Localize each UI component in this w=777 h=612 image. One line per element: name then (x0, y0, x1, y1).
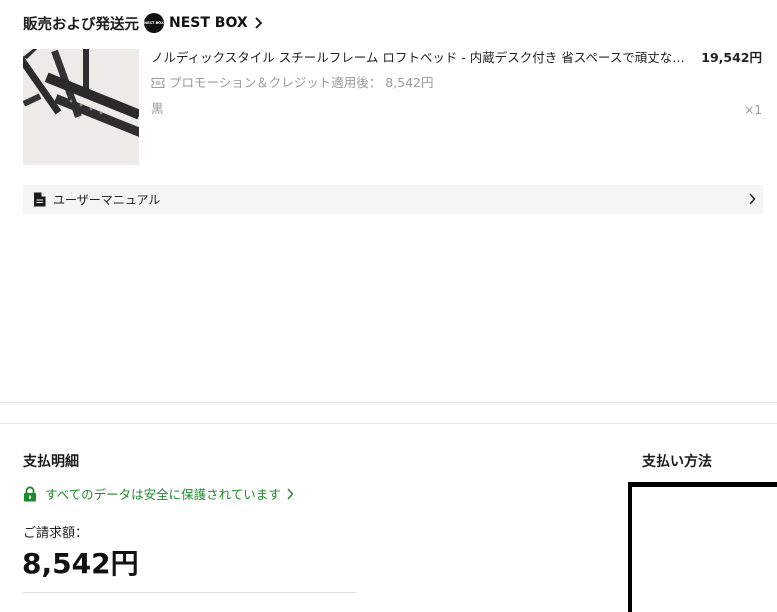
promo-row: プロモーション＆クレジット適用後： 8,542円 (151, 74, 434, 92)
loft-bed-image (23, 49, 139, 165)
product-price: 19,542円 (701, 50, 762, 65)
brand-logo-text: NEST BOX (144, 21, 164, 25)
document-icon (34, 192, 46, 207)
security-info-text: すべてのデータは安全に保護されています (45, 487, 281, 502)
payment-method-panel[interactable] (628, 482, 777, 612)
security-info-link[interactable]: すべてのデータは安全に保護されています (23, 484, 294, 503)
product-variant: 黒 (151, 101, 164, 116)
lock-icon (24, 485, 36, 501)
product-image[interactable] (23, 49, 139, 165)
seller-label: 販売および発送元 (23, 16, 139, 33)
billing-amount: 8,542円 (22, 547, 139, 580)
product-quantity: ×1 (744, 103, 762, 117)
section-divider (0, 423, 777, 424)
chevron-right-icon (749, 193, 756, 205)
chevron-right-icon (255, 17, 262, 29)
billing-amount-label: ご請求額： (23, 526, 89, 541)
brand-logo: NEST BOX (144, 13, 164, 33)
brand-name-link[interactable]: NEST BOX (169, 15, 248, 31)
promo-text: プロモーション＆クレジット適用後： 8,542円 (169, 75, 434, 90)
billing-divider (23, 592, 356, 593)
seller-row[interactable]: 販売および発送元 NEST BOX NEST BOX (23, 13, 264, 33)
user-manual-label: ユーザーマニュアル (53, 193, 161, 207)
payment-details-title: 支払明細 (23, 454, 79, 470)
coupon-icon (151, 78, 165, 88)
user-manual-row[interactable]: ユーザーマニュアル (23, 185, 763, 214)
product-title[interactable]: ノルディックスタイル スチールフレーム ロフトベッド - 内蔵デスク付き 省スペ… (151, 49, 696, 67)
payment-method-title: 支払い方法 (642, 454, 712, 470)
chevron-right-icon (287, 487, 294, 500)
section-divider (0, 402, 777, 403)
